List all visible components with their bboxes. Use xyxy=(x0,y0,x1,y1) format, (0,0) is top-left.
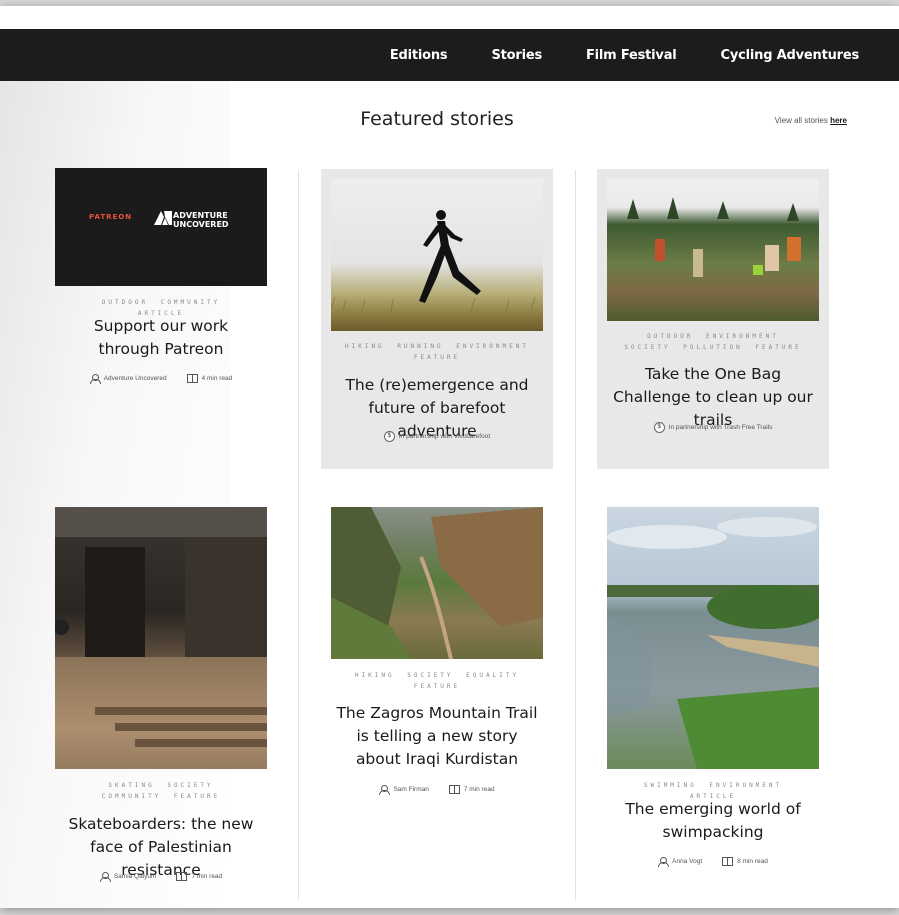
section-title: Featured stories xyxy=(360,108,514,130)
tag[interactable]: ENVIRONMENT xyxy=(706,331,779,342)
nav-item-editions[interactable]: Editions xyxy=(390,48,448,63)
column-divider xyxy=(575,170,576,900)
book-icon xyxy=(186,374,198,383)
tag[interactable]: EQUALITY xyxy=(466,670,519,681)
partner-icon: $ xyxy=(653,422,665,433)
author-name[interactable]: Samia Qaiyum xyxy=(114,873,157,880)
book-icon xyxy=(722,857,734,866)
story-card-swimpacking[interactable]: SWIMMING ENVIRONMENT ARTICLE The emergin… xyxy=(607,507,819,877)
tag[interactable]: SOCIETY xyxy=(407,670,453,681)
card-title[interactable]: The emerging world of swimpacking xyxy=(607,798,819,844)
tag[interactable]: FEATURE xyxy=(755,342,801,353)
author-name[interactable]: Anna Vogt xyxy=(672,858,702,865)
tag[interactable]: OUTDOOR xyxy=(102,297,148,308)
story-card-one-bag[interactable]: OUTDOOR ENVIRONMENT SOCIETY POLLUTION FE… xyxy=(597,169,829,469)
tag[interactable]: SKATING xyxy=(108,780,154,791)
author-icon xyxy=(379,785,391,795)
read-time: 7 min read xyxy=(463,786,495,793)
river-scene xyxy=(607,517,819,769)
top-navigation: Editions Stories Film Festival Cycling A… xyxy=(0,29,899,81)
tag[interactable]: OUTDOOR xyxy=(647,331,693,342)
card-title[interactable]: Support our work through Patreon xyxy=(55,315,267,361)
mountain-trail-photo xyxy=(331,507,543,659)
card-meta: $ In partnership with Trash Free Trails xyxy=(597,422,829,433)
card-tags: SKATING SOCIETY COMMUNITY FEATURE xyxy=(55,780,267,802)
hikers-photo xyxy=(607,179,819,321)
runner-figure xyxy=(331,210,536,314)
nav-item-stories[interactable]: Stories xyxy=(491,48,542,63)
partner-icon: $ xyxy=(383,431,395,442)
book-icon xyxy=(176,872,188,881)
story-card-skateboarders[interactable]: SKATING SOCIETY COMMUNITY FEATURE Skateb… xyxy=(55,507,267,887)
tag[interactable]: COMMUNITY xyxy=(161,297,221,308)
card-meta: $ In partnership with Vivobarefoot xyxy=(321,431,553,442)
adventure-uncovered-line2: UNCOVERED xyxy=(173,220,229,229)
partner-text[interactable]: In partnership with Vivobarefoot xyxy=(399,433,490,440)
read-time: 8 min read xyxy=(737,858,768,865)
hikers-scene xyxy=(627,197,801,277)
card-meta: Adventure Uncovered 4 min read xyxy=(55,374,267,384)
read-time: 4 min read xyxy=(201,375,233,382)
runner-photo xyxy=(331,179,543,331)
card-tags: HIKING SOCIETY EQUALITY FEATURE xyxy=(331,670,543,692)
card-tags: OUTDOOR ENVIRONMENT SOCIETY POLLUTION FE… xyxy=(597,331,829,353)
author-name[interactable]: Sam Firman xyxy=(393,786,428,793)
card-meta: Samia Qaiyum 7 min read xyxy=(55,872,267,882)
author-icon xyxy=(89,374,101,384)
patreon-banner: PATREON ADVENTURE UNCOVERED xyxy=(55,168,267,286)
view-all-stories: View all stories here xyxy=(775,116,847,125)
mountain-scene xyxy=(331,507,543,659)
card-tags: HIKING RUNNING ENVIRONMENT FEATURE xyxy=(321,341,553,363)
patreon-logo-text: PATREON xyxy=(89,213,133,221)
river-photo xyxy=(607,507,819,769)
tag[interactable]: FEATURE xyxy=(414,681,460,692)
author-icon xyxy=(658,857,670,867)
card-title[interactable]: The Zagros Mountain Trail is telling a n… xyxy=(331,702,543,771)
story-card-barefoot[interactable]: HIKING RUNNING ENVIRONMENT FEATURE The (… xyxy=(321,169,553,469)
tag[interactable]: HIKING xyxy=(355,670,395,681)
card-meta: Anna Vogt 8 min read xyxy=(607,857,819,867)
tag[interactable]: COMMUNITY xyxy=(102,791,162,802)
tag[interactable]: SOCIETY xyxy=(167,780,213,791)
book-icon xyxy=(448,785,460,794)
tag[interactable]: FEATURE xyxy=(414,352,460,363)
tag[interactable]: ENVIRONMENT xyxy=(709,780,782,791)
partner-text[interactable]: In partnership with Trash Free Trails xyxy=(669,424,773,431)
tag[interactable]: ENVIRONMENT xyxy=(456,341,529,352)
author-icon xyxy=(99,872,111,882)
card-meta: Sam Firman 7 min read xyxy=(331,785,543,795)
author-name[interactable]: Adventure Uncovered xyxy=(104,375,167,382)
view-all-link[interactable]: here xyxy=(830,116,847,125)
tag[interactable]: SOCIETY xyxy=(624,342,670,353)
tag[interactable]: HIKING xyxy=(345,341,385,352)
story-card-patreon[interactable]: PATREON ADVENTURE UNCOVERED OUTDOOR COMM… xyxy=(55,168,267,398)
view-all-text: View all stories xyxy=(774,116,831,125)
story-card-zagros[interactable]: HIKING SOCIETY EQUALITY FEATURE The Zagr… xyxy=(331,507,543,807)
tag[interactable]: RUNNING xyxy=(397,341,443,352)
tag[interactable]: FEATURE xyxy=(174,791,220,802)
adventure-uncovered-logo-icon xyxy=(154,211,172,225)
skate-scene xyxy=(55,507,267,769)
read-time: 7 min read xyxy=(191,873,223,880)
nav-item-cycling-adventures[interactable]: Cycling Adventures xyxy=(721,48,860,63)
adventure-uncovered-line1: ADVENTURE xyxy=(173,211,228,220)
tag[interactable]: SWIMMING xyxy=(644,780,697,791)
section-header: Featured stories View all stories here xyxy=(0,100,899,140)
tag[interactable]: POLLUTION xyxy=(683,342,743,353)
skateboarder-photo xyxy=(55,507,267,769)
nav-item-film-festival[interactable]: Film Festival xyxy=(586,48,677,63)
column-divider xyxy=(298,170,299,900)
